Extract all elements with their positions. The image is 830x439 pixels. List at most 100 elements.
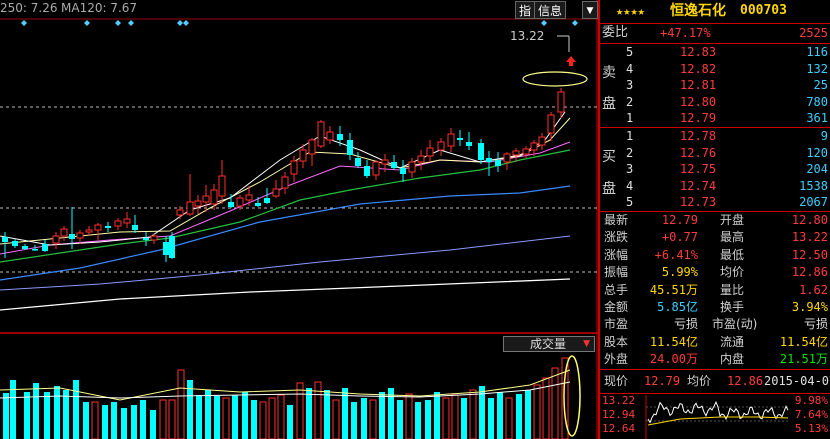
info-button[interactable]: 信息	[534, 1, 567, 19]
candle-body	[85, 229, 93, 233]
stat-row[interactable]: 涨幅 +6.41% 最低 12.50	[600, 247, 830, 263]
buy-level: 1	[626, 129, 634, 143]
volume-bar	[296, 382, 304, 439]
volume-bar	[361, 398, 367, 439]
sell-order-row[interactable]: 1 12.79 361	[600, 110, 830, 126]
sell-volume: 25	[813, 78, 828, 93]
volume-bar	[131, 405, 137, 439]
sell-volume: 116	[806, 45, 828, 59]
sell-price: 12.80	[680, 94, 717, 109]
stat-row[interactable]: 最新 12.79 开盘 12.80	[600, 212, 830, 228]
candle-body	[381, 159, 389, 165]
buy-volume: 2067	[799, 195, 828, 210]
stat-value: 21.51万	[779, 352, 828, 367]
volume-bar	[150, 410, 156, 439]
stat-value: +6.41%	[654, 247, 698, 262]
volume-bar	[551, 367, 559, 439]
mini-price-tick: 12.94	[602, 408, 635, 421]
buy-volume: 204	[806, 162, 828, 177]
candle-body	[478, 143, 484, 160]
sell-order-row[interactable]: 5 12.83 116	[600, 44, 830, 60]
stock-name: 恒逸石化	[670, 3, 726, 19]
buy-price: 12.73	[680, 195, 717, 210]
stat-row[interactable]: 市盈 亏损 市盈(动) 亏损	[600, 316, 830, 332]
menu-dropdown-button[interactable]: ▼	[582, 1, 598, 19]
buy-order-row[interactable]: 5 12.73 2067	[600, 194, 830, 210]
stat-label: 振幅	[604, 265, 629, 280]
event-marker-icon	[183, 20, 189, 26]
kline-chart[interactable]: 13.22	[0, 0, 598, 439]
stat-row[interactable]: 总手 45.51万 量比 1.62	[600, 282, 830, 298]
stat-label: 总手	[604, 282, 629, 297]
candle-body	[557, 91, 565, 113]
weibi-diff: 2525	[799, 26, 828, 40]
volume-bar	[351, 402, 357, 439]
stat-row[interactable]: 金额 5.85亿 换手 3.94%	[600, 299, 830, 315]
candle-body	[317, 121, 325, 147]
candle-body	[347, 140, 353, 155]
candle-body	[132, 225, 138, 230]
buy-order-row[interactable]: 2 12.76 120	[600, 145, 830, 161]
buy-level: 5	[626, 195, 634, 210]
volume-bar	[425, 400, 431, 439]
event-marker-icon	[541, 20, 547, 26]
candle-body	[169, 236, 175, 258]
volume-bar	[277, 394, 285, 439]
buy-price: 12.76	[680, 145, 717, 160]
stock-title: ★★★★ 恒逸石化 000703	[600, 3, 830, 21]
volume-bar	[287, 405, 293, 439]
stat-row[interactable]: 涨跌 +0.77 最高 13.22	[600, 229, 830, 245]
candle-body	[52, 235, 60, 244]
volume-bar	[63, 390, 69, 439]
candle-body	[42, 244, 48, 251]
buy-order-row[interactable]: 3 12.75 204	[600, 161, 830, 177]
stat-label: 最新	[604, 213, 629, 227]
intraday-mini-chart[interactable]: 13.2212.9412.64 9.98%7.64%5.13%	[600, 395, 830, 439]
index-button[interactable]: 指	[515, 1, 536, 19]
candle-body	[176, 209, 184, 216]
buy-volume: 120	[806, 145, 828, 160]
candle-body	[150, 235, 158, 241]
kline-chart-area[interactable]: 13.22 250: 7.26 MA120: 7.67 指 信息 ▼ 成交量 ▼	[0, 0, 598, 439]
sell-order-row[interactable]: 2 12.80 780	[600, 94, 830, 110]
sell-order-row[interactable]: 4 12.82 132	[600, 61, 830, 77]
stat-value: 45.51万	[649, 282, 698, 297]
candle-body	[522, 148, 530, 155]
stat-value: 12.86	[791, 265, 828, 280]
sell-order-row[interactable]: 3 12.81 25	[600, 77, 830, 93]
mini-price-tick: 13.22	[602, 395, 635, 407]
stat-row[interactable]: 股本 11.54亿 流通 11.54亿	[600, 334, 830, 350]
volume-bar	[214, 396, 220, 439]
volume-bar	[54, 386, 60, 439]
ma250-label: 250: 7.26	[0, 1, 58, 15]
sell-level: 1	[626, 111, 634, 126]
buy-price: 12.74	[680, 178, 717, 193]
candle-body	[530, 142, 538, 151]
candle-body	[228, 202, 234, 207]
stat-value: 5.85亿	[657, 300, 698, 314]
sell-volume: 132	[806, 61, 828, 76]
stat-label: 外盘	[604, 352, 629, 367]
ma20-line	[0, 141, 571, 255]
volume-bar	[434, 392, 440, 439]
sell-level: 2	[626, 94, 634, 109]
volume-bar	[461, 398, 467, 439]
volume-bar	[415, 402, 421, 439]
stat-row[interactable]: 外盘 24.00万 内盘 21.51万	[600, 351, 830, 367]
volume-bar	[451, 394, 459, 439]
candle-body	[194, 200, 202, 207]
volume-bar	[379, 392, 385, 439]
candle-body	[143, 238, 149, 240]
buy-order-row[interactable]: 1 12.78 9	[600, 128, 830, 144]
stat-value: 11.54亿	[649, 334, 698, 349]
volume-indicator-button[interactable]: 成交量 ▼	[503, 336, 595, 352]
sell-level: 3	[626, 78, 634, 93]
buy-order-row[interactable]: 4 12.74 1538	[600, 178, 830, 194]
stat-row[interactable]: 振幅 5.99% 均价 12.86	[600, 264, 830, 280]
buy-level: 4	[626, 178, 634, 193]
stat-label: 涨跌	[604, 230, 629, 245]
candle-body	[69, 234, 75, 239]
candle-body	[272, 188, 280, 197]
sell-price: 12.81	[680, 78, 717, 93]
high-price-label: 13.22	[510, 29, 544, 43]
